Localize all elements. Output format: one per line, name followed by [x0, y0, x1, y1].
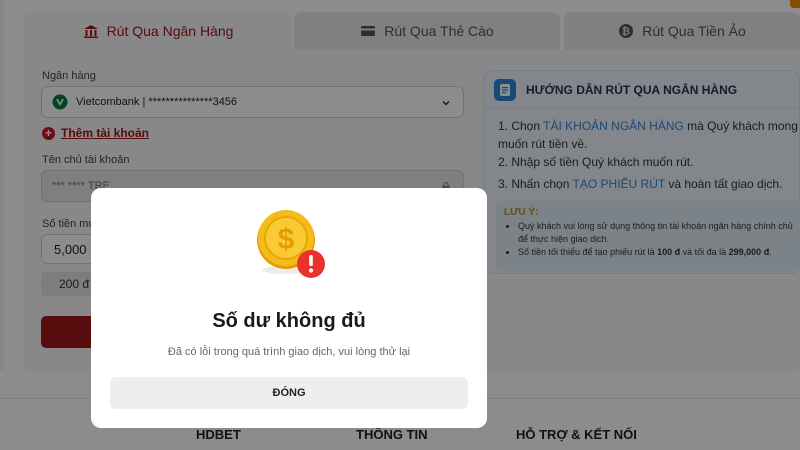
insufficient-balance-dialog: $ Số dư không đủ Đã có lỗi trong quá trì… [91, 188, 487, 428]
svg-text:$: $ [278, 223, 295, 256]
dialog-message: Đã có lỗi trong quá trình giao dịch, vui… [167, 346, 411, 358]
coin-warning-icon: $ [254, 208, 330, 284]
close-button[interactable]: ĐÓNG [110, 377, 468, 409]
dialog-title: Số dư không đủ [212, 310, 366, 332]
